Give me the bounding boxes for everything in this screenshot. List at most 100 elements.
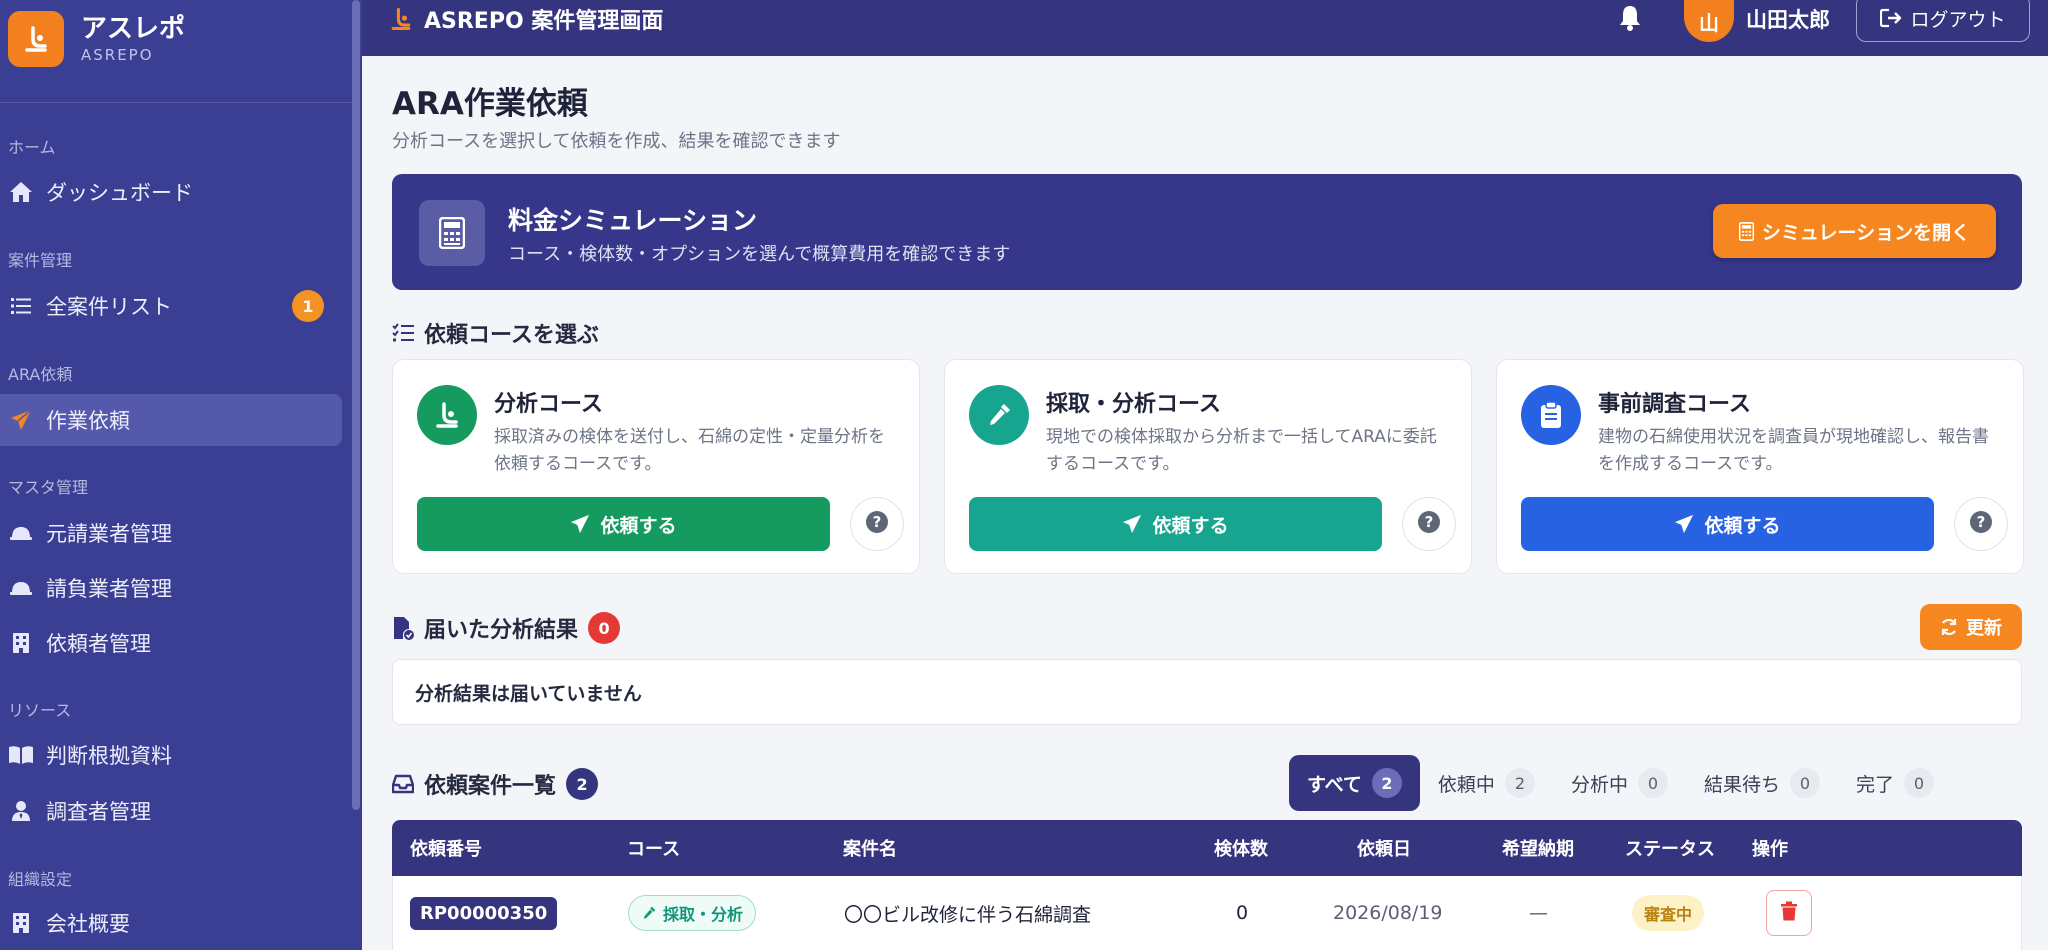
column-course[interactable]: コース: [627, 820, 680, 876]
refresh-button[interactable]: 更新: [1920, 604, 2022, 650]
sidebar-item-label: 会社概要: [46, 912, 130, 936]
sidebar-item-prime-contractor[interactable]: 元請業者管理: [0, 507, 342, 559]
paper-plane-icon: [570, 514, 590, 534]
course-description: 建物の石綿使用状況を調査員が現地確認し、報告書を作成するコースです。: [1598, 427, 1989, 474]
simulation-banner: 料金シミュレーション コース・検体数・オプションを選んで概算費用を確認できます …: [392, 174, 2022, 290]
sidebar-item-investigator[interactable]: 調査者管理: [0, 785, 342, 837]
column-request-date[interactable]: 依頼日: [1357, 820, 1411, 876]
sidebar-section-ara: ARA依頼: [8, 365, 73, 384]
open-simulation-label: シミュレーションを開く: [1761, 221, 1971, 244]
sidebar-section-master: マスタ管理: [8, 478, 89, 497]
avatar[interactable]: 山: [1684, 0, 1734, 42]
column-samples[interactable]: 検体数: [1214, 820, 1268, 876]
sidebar-section-cases: 案件管理: [8, 251, 73, 270]
sidebar-item-requester[interactable]: 依頼者管理: [0, 617, 342, 669]
simulation-description: コース・検体数・オプションを選んで概算費用を確認できます: [508, 244, 1011, 265]
tab-analyzing[interactable]: 分析中 0: [1553, 755, 1686, 811]
all-cases-badge: 1: [292, 290, 324, 322]
sidebar-section-home: ホーム: [8, 138, 56, 157]
desired-date: —: [1529, 902, 1548, 924]
request-pre-survey-button[interactable]: 依頼する: [1521, 497, 1934, 551]
help-button[interactable]: ?: [850, 497, 904, 551]
course-title: 採取・分析コース: [1046, 392, 1221, 417]
list-icon: [8, 293, 34, 319]
request-button-label: 依頼する: [1704, 514, 1781, 537]
requests-count-badge: 2: [566, 768, 599, 800]
status-filter-tabs: すべて 2 依頼中 2 分析中 0 結果待ち 0 完了 0: [1289, 755, 1952, 811]
sidebar-scrollbar[interactable]: [352, 0, 360, 810]
tab-all[interactable]: すべて 2: [1289, 755, 1420, 811]
course-card-sampling-analysis: 採取・分析コース 現地での検体採取から分析まで一括してARAに委託するコースです…: [944, 359, 1472, 574]
tab-label: 完了: [1855, 773, 1894, 796]
header-title-text: ASREPO 案件管理画面: [424, 9, 664, 34]
help-button[interactable]: ?: [1402, 497, 1456, 551]
sidebar-item-all-cases[interactable]: 全案件リスト: [0, 280, 342, 332]
sidebar-item-label: 調査者管理: [46, 800, 151, 824]
sidebar-item-reference[interactable]: 判断根拠資料: [0, 729, 342, 781]
sidebar-item-work-request[interactable]: 作業依頼: [0, 394, 342, 446]
tab-label: 分析中: [1570, 773, 1628, 796]
table-row[interactable]: RP00000350 採取・分析 〇〇ビル改修に伴う石綿調査 0 2026/08…: [392, 876, 2022, 950]
sign-out-icon: [1880, 8, 1902, 28]
inbox-icon: [392, 774, 414, 794]
tab-count: 0: [1903, 768, 1934, 798]
request-number[interactable]: RP00000350: [410, 896, 558, 930]
sidebar-item-label: ダッシュボード: [46, 181, 193, 205]
page-title: ARA作業依頼: [392, 86, 588, 122]
tab-count: 2: [1504, 768, 1535, 798]
hard-hat-icon: [8, 520, 34, 546]
results-title: 届いた分析結果: [424, 618, 579, 643]
top-header: ASREPO 案件管理画面 山 山田太郎 ログアウト: [362, 0, 2048, 56]
user-name[interactable]: 山田太郎: [1746, 0, 1830, 38]
tab-requested[interactable]: 依頼中 2: [1420, 755, 1553, 811]
sidebar-divider: [0, 102, 352, 103]
tab-count: 2: [1371, 768, 1402, 798]
open-simulation-button[interactable]: シミュレーションを開く: [1713, 204, 1996, 258]
requests-heading: 依頼案件一覧 2: [392, 767, 599, 801]
column-status[interactable]: ステータス: [1625, 820, 1715, 876]
request-analysis-button[interactable]: 依頼する: [417, 497, 830, 551]
column-request-no[interactable]: 依頼番号: [410, 820, 482, 876]
request-button-label: 依頼する: [1152, 514, 1229, 537]
column-desired-date[interactable]: 希望納期: [1502, 820, 1574, 876]
sidebar-item-company[interactable]: 会社概要: [0, 897, 342, 949]
course-card-analysis: 分析コース 採取済みの検体を送付し、石綿の定性・定量分析を依頼するコースです。 …: [392, 359, 920, 574]
course-tag: 採取・分析: [628, 895, 757, 931]
request-date: 2026/08/19: [1333, 902, 1443, 924]
book-open-icon: [8, 742, 34, 768]
logout-button[interactable]: ログアウト: [1856, 0, 2030, 42]
case-name: 〇〇ビル改修に伴う石綿調査: [844, 903, 1092, 926]
delete-button[interactable]: [1766, 890, 1812, 936]
course-description: 採取済みの検体を送付し、石綿の定性・定量分析を依頼するコースです。: [494, 427, 885, 474]
tab-count: 0: [1637, 768, 1668, 798]
microscope-icon: [417, 385, 477, 445]
eyedropper-icon: [969, 385, 1029, 445]
tab-completed[interactable]: 完了 0: [1838, 755, 1952, 811]
tab-label: すべて: [1307, 773, 1362, 796]
refresh-icon: [1940, 618, 1958, 636]
request-sampling-analysis-button[interactable]: 依頼する: [969, 497, 1382, 551]
trash-icon: [1780, 901, 1798, 926]
results-count-badge: 0: [588, 612, 621, 644]
eyedropper-icon: [641, 905, 657, 921]
refresh-label: 更新: [1966, 618, 2002, 639]
tab-awaiting-results[interactable]: 結果待ち 0: [1686, 755, 1838, 811]
sidebar-item-dashboard[interactable]: ダッシュボード: [0, 166, 342, 218]
request-button-label: 依頼する: [600, 514, 677, 537]
brand-mark-icon: [388, 6, 414, 32]
tab-count: 0: [1789, 768, 1820, 798]
sidebar-item-subcontractor[interactable]: 請負業者管理: [0, 562, 342, 614]
sidebar-item-label: 元請業者管理: [46, 522, 172, 546]
brand-name: アスレポ: [81, 14, 186, 44]
column-case-name[interactable]: 案件名: [843, 820, 897, 876]
course-section-heading: 依頼コースを選ぶ: [392, 318, 599, 348]
help-button[interactable]: ?: [1954, 497, 2008, 551]
brand[interactable]: アスレポ ASREPO: [8, 11, 185, 67]
sample-count: 0: [1236, 902, 1249, 924]
tab-label: 結果待ち: [1703, 773, 1780, 796]
requests-table-header: 依頼番号 コース 案件名 検体数 依頼日 希望納期 ステータス 操作: [392, 820, 2022, 876]
bell-icon[interactable]: [1617, 4, 1643, 36]
question-circle-icon: ?: [865, 510, 889, 538]
building-icon: [8, 910, 34, 936]
hard-hat-icon: [8, 575, 34, 601]
